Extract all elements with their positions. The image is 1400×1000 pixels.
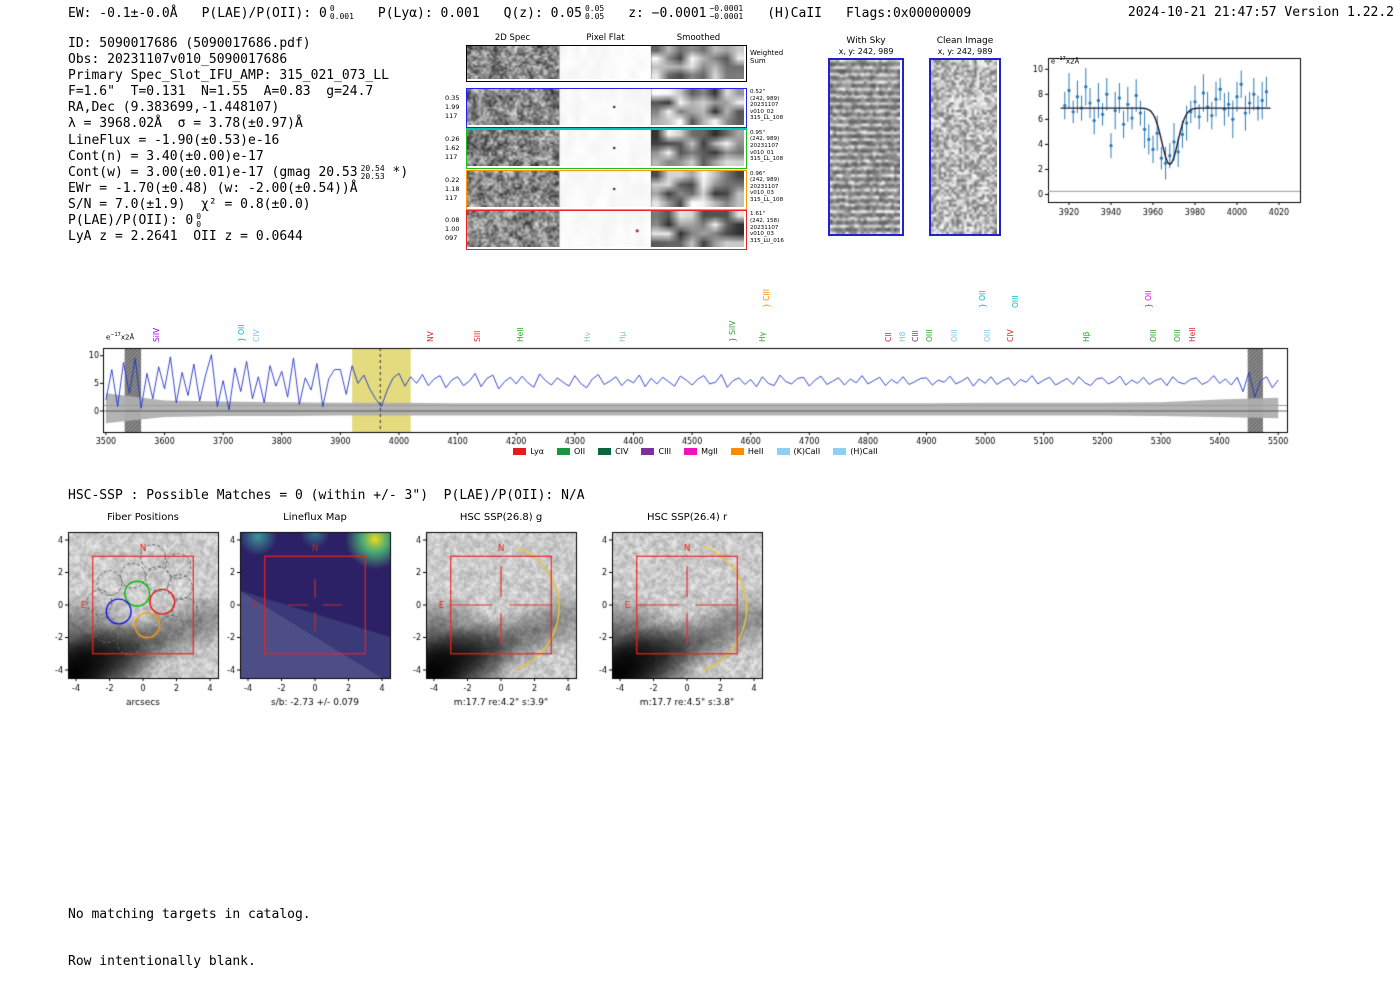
cutout-title: Lineflux Map bbox=[283, 512, 347, 523]
cutout-title: HSC SSP(26.4) r bbox=[646, 512, 728, 523]
cutout-title: HSC SSP(26.8) g bbox=[459, 512, 543, 523]
note-line-2: Row intentionally blank. bbox=[68, 953, 256, 969]
cutout-hsc bbox=[586, 526, 788, 712]
elixer-detection-report: EW: -0.1±-0.0Å P(LAE)/P(OII): 0 0 0.001 P(… bbox=[0, 0, 1400, 969]
cutout-title: Fiber Positions bbox=[107, 512, 179, 523]
note-line-1: No matching targets in catalog. bbox=[68, 907, 311, 922]
catalog-notes: No matching targets in catalog. Row inte… bbox=[68, 876, 311, 1000]
cutout-lineflux bbox=[214, 526, 416, 712]
cutout-hsc bbox=[400, 526, 602, 712]
cutout-panels: Fiber Positions Lineflux Map HSC SSP(26.8)… bbox=[0, 0, 1400, 953]
